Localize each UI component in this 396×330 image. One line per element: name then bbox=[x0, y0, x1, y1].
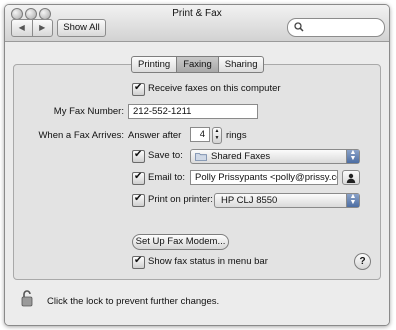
printer-popup[interactable]: HP CLJ 8550 ▲ ▼ bbox=[214, 193, 360, 208]
save-to-checkbox[interactable] bbox=[132, 149, 145, 163]
back-forward-control: ◀ ▶ bbox=[11, 19, 53, 37]
receive-faxes-checkbox[interactable] bbox=[132, 82, 145, 96]
lock-icon bbox=[21, 290, 33, 307]
tab-sharing[interactable]: Sharing bbox=[217, 57, 264, 72]
email-to-label: Email to: bbox=[148, 172, 185, 183]
rings-field[interactable]: 4 bbox=[190, 127, 210, 142]
search-field[interactable] bbox=[287, 18, 385, 37]
when-fax-arrives-label: When a Fax Arrives: bbox=[38, 130, 124, 141]
address-book-button[interactable] bbox=[342, 170, 360, 185]
save-to-label: Save to: bbox=[148, 150, 183, 161]
answer-after-label: Answer after bbox=[128, 130, 182, 141]
tab-bar: Printing Faxing Sharing bbox=[131, 56, 265, 73]
popup-arrows-icon: ▲ ▼ bbox=[346, 149, 359, 163]
help-button[interactable]: ? bbox=[354, 253, 371, 270]
back-arrow-icon[interactable]: ◀ bbox=[12, 20, 32, 36]
show-fax-status-label: Show fax status in menu bar bbox=[148, 256, 268, 267]
rings-label: rings bbox=[226, 130, 247, 141]
fax-number-field[interactable]: 212-552-1211 bbox=[128, 104, 258, 119]
print-on-printer-checkbox[interactable] bbox=[132, 193, 145, 207]
printer-value: HP CLJ 8550 bbox=[221, 195, 278, 206]
email-to-field[interactable]: Polly Prissypants <polly@prissy.com bbox=[190, 170, 338, 185]
faxing-panel: Receive faxes on this computer My Fax Nu… bbox=[13, 64, 381, 280]
set-up-fax-modem-button[interactable]: Set Up Fax Modem... bbox=[132, 234, 229, 250]
preferences-content: Printing Faxing Sharing Receive faxes on… bbox=[5, 42, 389, 325]
fax-number-label: My Fax Number: bbox=[53, 106, 124, 117]
tab-printing[interactable]: Printing bbox=[132, 57, 176, 72]
save-to-value: Shared Faxes bbox=[211, 151, 271, 162]
lock-message: Click the lock to prevent further change… bbox=[47, 296, 220, 307]
save-to-popup[interactable]: Shared Faxes ▲ ▼ bbox=[190, 149, 360, 164]
preferences-window: Print & Fax ◀ ▶ Show All Printing Faxing… bbox=[4, 4, 390, 326]
tab-faxing[interactable]: Faxing bbox=[176, 57, 218, 72]
rings-stepper[interactable]: ▲ ▼ bbox=[212, 127, 222, 144]
forward-arrow-icon[interactable]: ▶ bbox=[31, 20, 53, 36]
title-bar: Print & Fax ◀ ▶ Show All bbox=[5, 5, 389, 42]
person-icon bbox=[346, 173, 356, 183]
lock-button[interactable] bbox=[21, 289, 37, 307]
print-on-printer-label: Print on printer: bbox=[148, 194, 213, 205]
show-fax-status-checkbox[interactable] bbox=[132, 255, 145, 269]
popup-arrows-icon: ▲ ▼ bbox=[346, 193, 359, 207]
email-to-checkbox[interactable] bbox=[132, 171, 145, 185]
search-icon bbox=[294, 22, 304, 32]
folder-icon bbox=[195, 153, 207, 161]
show-all-button[interactable]: Show All bbox=[57, 19, 106, 37]
receive-faxes-label: Receive faxes on this computer bbox=[148, 83, 281, 94]
